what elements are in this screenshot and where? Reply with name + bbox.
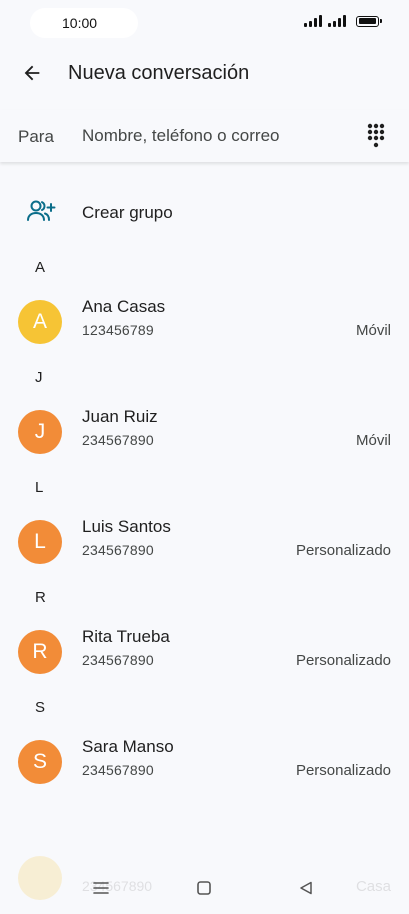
- menu-icon: [93, 882, 109, 894]
- home-button[interactable]: [189, 876, 219, 900]
- contact-row[interactable]: R Rita Trueba 234567890 Personalizado: [0, 618, 409, 684]
- signal-icon: [328, 15, 346, 27]
- status-time: 10:00: [62, 15, 98, 31]
- contact-number-type: Personalizado: [295, 542, 391, 559]
- create-group-label: Crear grupo: [82, 203, 173, 222]
- contact-name: Luis Santos: [82, 517, 171, 536]
- dialpad-button[interactable]: [358, 120, 394, 152]
- contact-number: 234567890: [82, 432, 154, 448]
- create-group-button[interactable]: Crear grupo: [0, 190, 409, 236]
- recipient-label: Para: [18, 127, 54, 146]
- status-icons: [304, 15, 382, 27]
- contact-row[interactable]: A Ana Casas 123456789 Móvil: [0, 288, 409, 354]
- contact-number: 234567890: [82, 762, 154, 778]
- contact-name: Rita Trueba: [82, 627, 170, 646]
- contact-row[interactable]: L Luis Santos 234567890 Personalizado: [0, 508, 409, 574]
- signal-icon: [304, 15, 322, 27]
- battery-icon: [356, 15, 382, 27]
- contact-number: 123456789: [82, 322, 154, 338]
- system-back-button[interactable]: [291, 876, 321, 900]
- back-button[interactable]: [14, 55, 50, 91]
- recipient-input[interactable]: [82, 122, 352, 150]
- contact-number: 234567890: [82, 542, 154, 558]
- contact-name: Ana Casas: [82, 297, 166, 316]
- avatar: S: [18, 740, 62, 784]
- section-letter: R: [35, 589, 46, 606]
- contact-number-type: Personalizado: [295, 762, 391, 779]
- contact-number: 234567890: [82, 652, 154, 668]
- contact-number-type: Móvil: [355, 432, 391, 449]
- contact-number-type: Móvil: [355, 322, 391, 339]
- section-letter: A: [35, 259, 46, 276]
- avatar: R: [18, 630, 62, 674]
- page-title: Nueva conversación: [68, 62, 250, 84]
- section-letter: L: [35, 479, 44, 496]
- contact-number-type: Personalizado: [295, 652, 391, 669]
- section-letter: S: [35, 699, 46, 716]
- contact-name: Sara Manso: [82, 737, 174, 756]
- recents-button[interactable]: [86, 876, 116, 900]
- recipient-row: Para: [0, 110, 409, 162]
- contact-name: Juan Ruiz: [82, 407, 158, 426]
- home-square-icon: [197, 881, 211, 895]
- app-bar: Nueva conversación: [0, 46, 409, 100]
- dialpad-icon: [367, 123, 385, 148]
- add-group-icon: [27, 200, 56, 221]
- arrow-left-icon: [24, 65, 40, 81]
- back-triangle-icon: [300, 881, 312, 895]
- contact-row[interactable]: J Juan Ruiz 234567890 Móvil: [0, 398, 409, 464]
- avatar: J: [18, 410, 62, 454]
- section-letter: J: [35, 369, 43, 386]
- avatar: A: [18, 300, 62, 344]
- avatar: L: [18, 520, 62, 564]
- status-bar: 10:00: [0, 0, 409, 46]
- system-navigation-bar: [0, 868, 409, 910]
- contact-row[interactable]: S Sara Manso 234567890 Personalizado: [0, 728, 409, 794]
